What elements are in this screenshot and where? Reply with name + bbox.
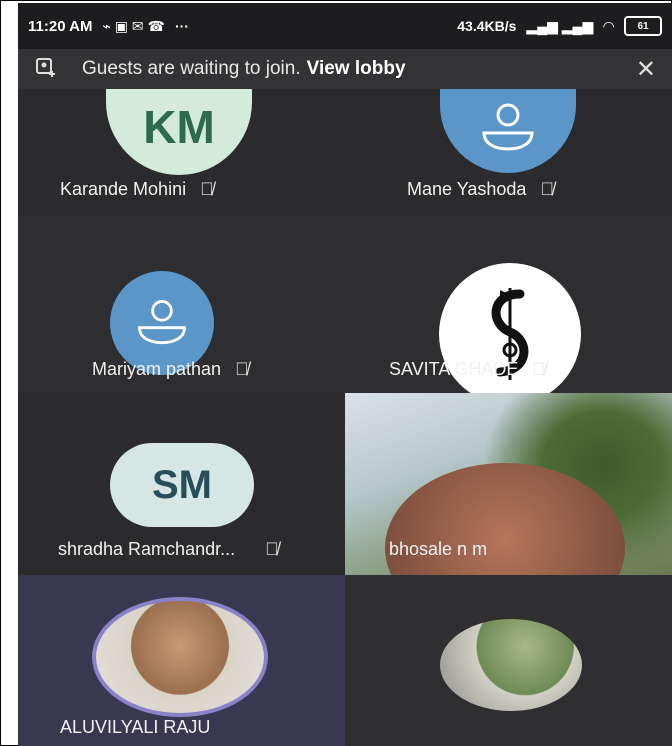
mic-muted-icon: 🎙̸ [200, 179, 214, 199]
participant-name: bhosale n m [389, 539, 488, 559]
participant-name: ALUVILYALI RAJU [60, 717, 211, 737]
participant-name: SAVITA GHADE [389, 359, 519, 379]
lobby-icon [34, 56, 60, 83]
participant-name-row: Mariyam pathan 🎙̸ [92, 359, 249, 380]
mic-muted-icon: 🎙̸ [265, 539, 279, 559]
participant-name: Mariyam pathan [92, 359, 222, 379]
avatar-photo [92, 597, 268, 717]
banner-message: Guests are waiting to join. [82, 58, 301, 79]
signal-icon: ▂▄▆ ▂▄▆ [526, 17, 594, 34]
participant-tile[interactable] [345, 575, 672, 746]
participant-tile[interactable]: ALUVILYALI RAJU [18, 575, 345, 746]
person-icon [482, 103, 534, 151]
teams-meeting-screen: 11:20 AM ⌁ ▣ ✉ ☎ ··· 43.4KB/s ▂▄▆ ▂▄▆ ◠ … [18, 3, 672, 746]
lobby-banner: Guests are waiting to join. View lobby ✕ [18, 49, 672, 89]
participant-name-row: ALUVILYALI RAJU [60, 717, 210, 738]
participant-name-row: Mane Yashoda 🎙̸ [407, 179, 554, 200]
avatar-initials: SM [152, 462, 212, 507]
participant-tile[interactable]: Mane Yashoda 🎙̸ [345, 89, 672, 215]
participant-name-row: Karande Mohini 🎙̸ [60, 179, 214, 200]
avatar: SM [110, 443, 254, 527]
participant-name-row: SAVITA GHADE 🎙̸ [389, 359, 546, 380]
avatar [440, 89, 576, 173]
avatar-initials: KM [143, 101, 215, 153]
mic-muted-icon: 🎙̸ [532, 359, 546, 379]
status-time: 11:20 AM [28, 17, 93, 35]
participant-name-row: shradha Ramchandr... 🎙̸ [58, 539, 279, 560]
view-lobby-link[interactable]: View lobby [307, 58, 406, 80]
avatar: KM [106, 89, 252, 175]
close-icon[interactable]: ✕ [636, 55, 656, 84]
more-icon: ··· [174, 18, 189, 34]
participant-name-row: bhosale n m [389, 539, 487, 560]
wifi-icon: ◠ [603, 17, 614, 34]
mic-muted-icon: 🎙̸ [540, 179, 554, 199]
participant-tile[interactable]: SM shradha Ramchandr... 🎙̸ [18, 393, 345, 575]
status-bar: 11:20 AM ⌁ ▣ ✉ ☎ ··· 43.4KB/s ▂▄▆ ▂▄▆ ◠ … [18, 3, 672, 49]
avatar-photo [440, 619, 582, 711]
participant-name: shradha Ramchandr... [58, 539, 236, 559]
participant-tile[interactable]: Mariyam pathan 🎙̸ [18, 215, 345, 393]
participant-name: Karande Mohini [60, 179, 187, 199]
person-icon [138, 300, 186, 345]
participant-tile[interactable]: SAVITA GHADE 🎙̸ [345, 215, 672, 393]
participant-name: Mane Yashoda [407, 179, 527, 199]
battery-icon: 61 [624, 16, 662, 36]
participant-tile[interactable]: KM Karande Mohini 🎙̸ [18, 89, 345, 215]
network-speed: 43.4KB/s [457, 18, 517, 34]
mic-muted-icon: 🎙̸ [235, 359, 249, 379]
participant-video-tile[interactable]: bhosale n m [345, 393, 672, 575]
notification-icons: ⌁ ▣ ✉ ☎ [102, 17, 165, 34]
